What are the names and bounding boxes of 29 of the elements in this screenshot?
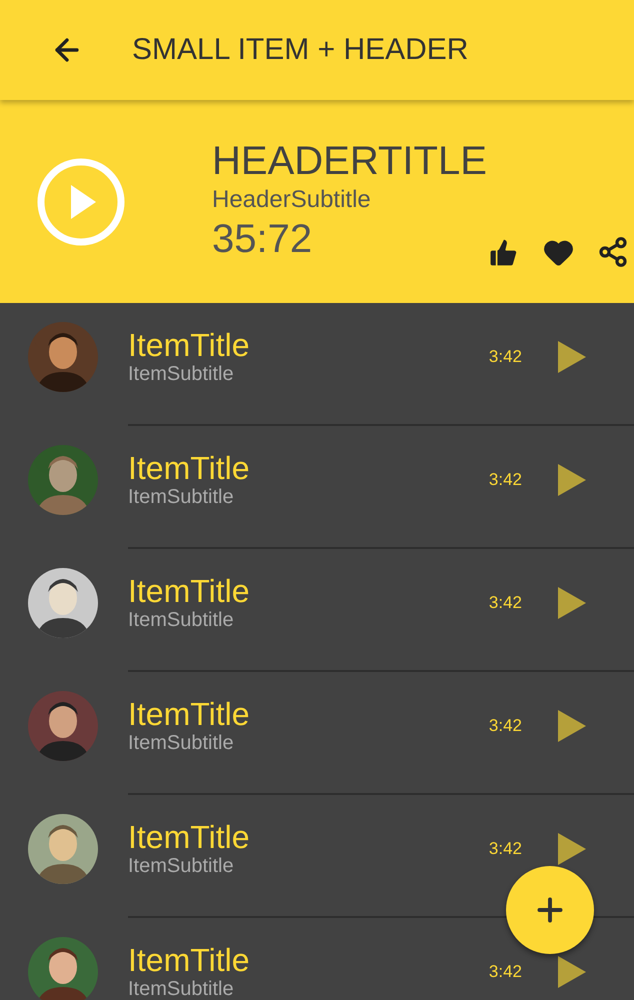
header-title: HEADERTITLE: [212, 138, 487, 184]
item-time: 3:42: [488, 470, 522, 490]
item-subtitle: ItemSubtitle: [128, 608, 235, 632]
item-time: 3:42: [488, 716, 522, 736]
item-time: 3:42: [488, 962, 522, 982]
item-time: 3:42: [488, 592, 522, 612]
item-time: 3:42: [488, 346, 522, 366]
play-button[interactable]: [558, 710, 586, 742]
play-button[interactable]: [558, 832, 586, 864]
item-title: ItemTitle: [128, 820, 250, 854]
item-subtitle: ItemSubtitle: [128, 976, 235, 1000]
item-time: 3:42: [488, 838, 522, 858]
item-title: ItemTitle: [128, 574, 250, 608]
item-subtitle: ItemSubtitle: [128, 362, 235, 386]
play-button[interactable]: [558, 586, 586, 618]
item-title: ItemTitle: [128, 450, 250, 484]
header-subtitle: HeaderSubtitle: [212, 184, 372, 214]
app-bar-title: SMALL ITEM + HEADER: [132, 33, 468, 67]
item-title: ItemTitle: [128, 328, 250, 362]
share-button[interactable]: [596, 236, 629, 269]
item-subtitle: ItemSubtitle: [128, 484, 235, 508]
header-duration: 35:72: [212, 216, 314, 262]
item-title: ItemTitle: [128, 696, 250, 730]
play-button[interactable]: [558, 340, 586, 372]
play-button[interactable]: [558, 956, 586, 988]
item-title: ItemTitle: [128, 942, 250, 976]
item-subtitle: ItemSubtitle: [128, 854, 235, 878]
item-subtitle: ItemSubtitle: [128, 730, 235, 754]
play-button[interactable]: [558, 464, 586, 496]
